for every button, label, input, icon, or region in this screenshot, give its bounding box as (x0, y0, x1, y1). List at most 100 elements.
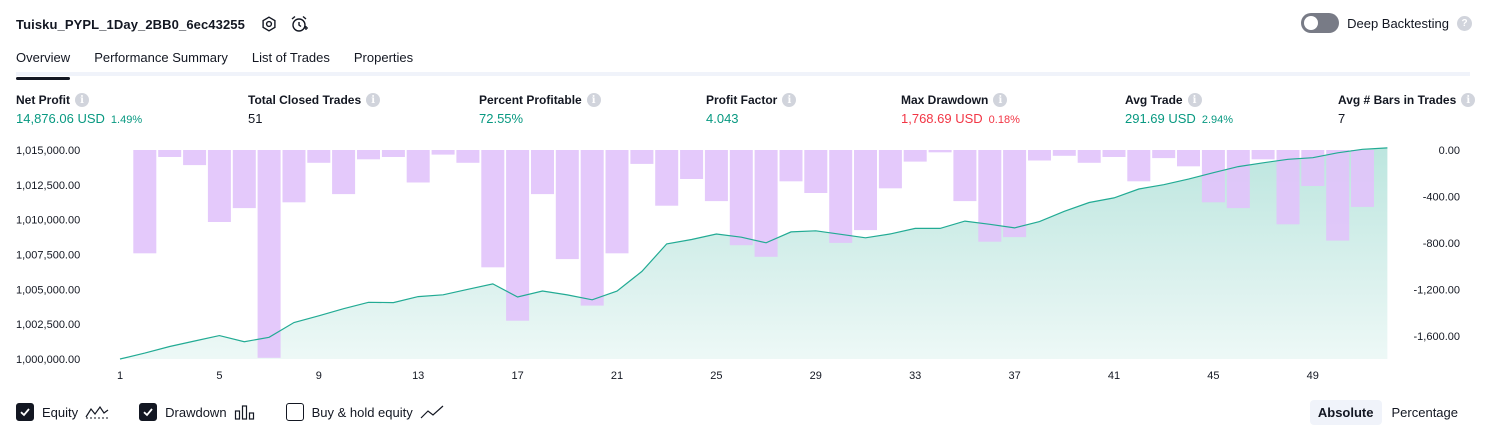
drawdown-bar[interactable] (630, 150, 654, 164)
drawdown-bar[interactable] (605, 150, 629, 254)
info-icon[interactable]: i (1187, 93, 1202, 107)
x-axis-tick: 21 (611, 370, 623, 382)
help-icon[interactable]: ? (1457, 15, 1472, 31)
drawdown-bar[interactable] (531, 150, 554, 195)
drawdown-bar[interactable] (133, 150, 157, 254)
drawdown-bar[interactable] (580, 150, 604, 306)
alarm-clock-icon[interactable] (289, 14, 309, 34)
drawdown-bar[interactable] (903, 150, 927, 162)
drawdown-bar[interactable] (481, 150, 505, 268)
drawdown-bar[interactable] (1052, 150, 1076, 156)
metric-profit-factor: Profit Factor i 4.043 (706, 93, 797, 126)
drawdown-bar[interactable] (1326, 150, 1350, 241)
tab-overview[interactable]: Overview (16, 46, 71, 80)
drawdown-bar[interactable] (1276, 150, 1300, 225)
drawdown-bar[interactable] (158, 150, 182, 157)
tab-performance-summary[interactable]: Performance Summary (94, 46, 228, 76)
drawdown-bar[interactable] (357, 150, 380, 160)
drawdown-bar[interactable] (1351, 150, 1374, 207)
right-axis-tick: -1,600.00 (1414, 331, 1460, 343)
max-drawdown-pct: 0.18% (988, 114, 1020, 126)
metric-net-profit: Net Profit i 14,876.06 USD 1.49% (16, 93, 142, 126)
drawdown-bar[interactable] (1177, 150, 1200, 167)
drawdown-bar[interactable] (257, 150, 281, 358)
chart-legend: Equity Drawdown Buy & hold equity (16, 403, 474, 421)
legend-equity[interactable]: Equity (16, 403, 109, 421)
legend-equity-label: Equity (42, 404, 79, 420)
avg-trade-value: 291.69 USD (1125, 111, 1196, 126)
info-icon[interactable]: i (366, 93, 381, 107)
avg-bars-value: 7 (1338, 111, 1346, 126)
metric-label: Max Drawdown (901, 93, 989, 107)
drawdown-bar[interactable] (232, 150, 256, 209)
drawdown-bar[interactable] (680, 150, 704, 179)
drawdown-bar[interactable] (1226, 150, 1250, 209)
metric-avg-trade: Avg Trade i 291.69 USD 2.94% (1125, 93, 1233, 126)
drawdown-bar[interactable] (282, 150, 306, 203)
right-axis-tick: 0.00 (1439, 145, 1460, 157)
drawdown-bar[interactable] (456, 150, 480, 163)
right-axis-tick: -800.00 (1423, 238, 1460, 250)
metric-percent-profitable: Percent Profitable i 72.55% (479, 93, 601, 126)
info-icon[interactable]: i (586, 93, 601, 107)
drawdown-bar[interactable] (804, 150, 828, 193)
drawdown-bar[interactable] (829, 150, 853, 243)
tab-properties[interactable]: Properties (354, 46, 413, 76)
drawdown-bar[interactable] (878, 150, 902, 189)
percent-profitable-value: 72.55% (479, 111, 524, 126)
info-icon[interactable]: i (75, 93, 89, 107)
equity-line-icon (85, 404, 109, 420)
drawdown-bar[interactable] (1152, 150, 1176, 159)
absolute-button[interactable]: Absolute (1309, 400, 1382, 425)
drawdown-bar[interactable] (1201, 150, 1225, 203)
settings-icon[interactable] (259, 14, 279, 34)
tab-list-of-trades[interactable]: List of Trades (252, 46, 330, 76)
x-axis-tick: 37 (1008, 370, 1020, 382)
deep-backtesting-toggle[interactable] (1301, 13, 1340, 33)
drawdown-bar[interactable] (307, 150, 331, 163)
drawdown-bar[interactable] (207, 150, 231, 222)
drawdown-bar[interactable] (381, 150, 405, 157)
deep-backtesting: Deep Backtesting ? (1301, 13, 1472, 33)
drawdown-bar[interactable] (1301, 150, 1325, 186)
legend-buy-hold[interactable]: Buy & hold equity (285, 403, 444, 421)
equity-drawdown-chart[interactable]: 1,000,000.00 1,002,500.00 1,005,000.00 1,00… (0, 138, 1486, 396)
drawdown-bar[interactable] (1028, 150, 1051, 161)
drawdown-bar[interactable] (729, 150, 753, 246)
drawdown-bar[interactable] (655, 150, 679, 206)
drawdown-bar[interactable] (779, 150, 803, 182)
percentage-button[interactable]: Percentage (1384, 400, 1467, 425)
equity-checkbox[interactable] (16, 403, 34, 421)
drawdown-bar[interactable] (555, 150, 579, 260)
metric-avg-bars: Avg # Bars in Trades i 7 (1338, 93, 1476, 126)
drawdown-checkbox[interactable] (139, 403, 158, 421)
value-mode-switch: Absolute Percentage (1308, 400, 1466, 425)
max-drawdown-value: 1,768.69 USD (901, 111, 983, 126)
legend-drawdown[interactable]: Drawdown (139, 403, 255, 421)
info-icon[interactable]: i (782, 93, 797, 107)
drawdown-bar[interactable] (183, 150, 207, 166)
drawdown-bar[interactable] (1127, 150, 1151, 182)
drawdown-bar[interactable] (406, 150, 430, 183)
info-icon[interactable]: i (993, 93, 1008, 107)
x-axis-tick: 17 (511, 370, 523, 382)
drawdown-bar[interactable] (332, 150, 356, 195)
drawdown-bar[interactable] (1003, 150, 1027, 238)
x-axis-tick: 33 (909, 370, 921, 382)
drawdown-bar[interactable] (1077, 150, 1101, 163)
drawdown-bar[interactable] (978, 150, 1002, 242)
drawdown-bar[interactable] (928, 150, 952, 153)
drawdown-bar[interactable] (704, 150, 728, 202)
info-icon[interactable]: i (1461, 93, 1476, 107)
metric-total-closed-trades: Total Closed Trades i 51 (248, 93, 381, 126)
x-axis-tick: 9 (316, 370, 322, 382)
drawdown-bar[interactable] (1251, 150, 1275, 160)
drawdown-bar[interactable] (431, 150, 455, 155)
buy-hold-checkbox[interactable] (285, 403, 304, 421)
drawdown-bar[interactable] (1102, 150, 1126, 157)
total-closed-trades-value: 51 (248, 111, 263, 126)
drawdown-bar[interactable] (854, 150, 877, 231)
drawdown-bar[interactable] (953, 150, 977, 202)
legend-buy-hold-label: Buy & hold equity (311, 404, 413, 420)
x-axis-tick: 29 (810, 370, 822, 382)
